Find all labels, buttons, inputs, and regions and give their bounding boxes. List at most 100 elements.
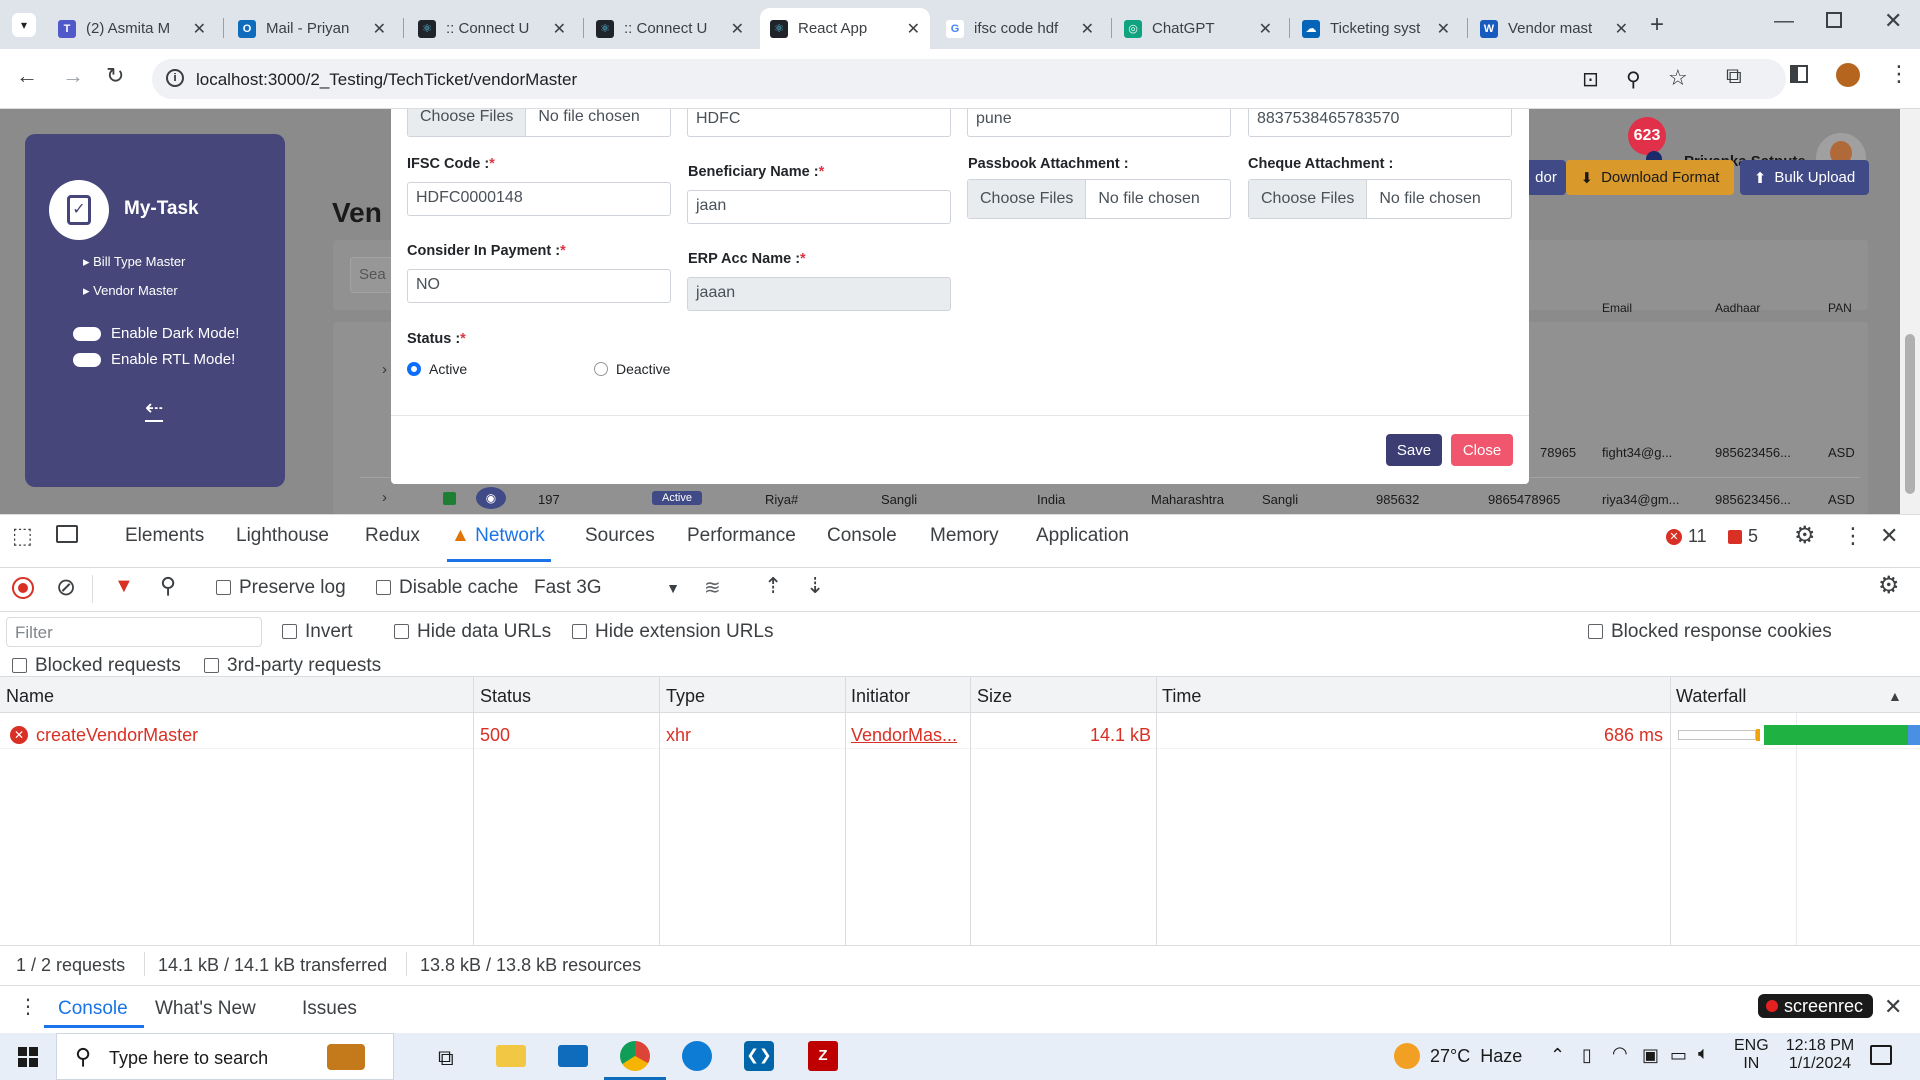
- browser-tab[interactable]: ◎ ChatGPT ✕: [1114, 8, 1282, 49]
- city-input[interactable]: pune: [967, 109, 1231, 137]
- add-vendor-button[interactable]: dor: [1526, 160, 1566, 195]
- device-toolbar-icon[interactable]: [56, 525, 78, 543]
- browser-tab-active[interactable]: ⚛ React App ✕: [760, 8, 930, 49]
- toggle-switch[interactable]: [73, 352, 101, 367]
- windows-start-icon[interactable]: [18, 1047, 38, 1067]
- erp-acc-name-input[interactable]: jaaan: [687, 277, 951, 311]
- back-icon[interactable]: ←: [16, 63, 38, 89]
- preserve-log-checkbox[interactable]: Preserve log: [216, 577, 346, 599]
- weather-text[interactable]: 27°C Haze: [1430, 1046, 1522, 1067]
- reload-icon[interactable]: ↻: [106, 63, 124, 89]
- bulk-upload-button[interactable]: ⬆ Bulk Upload: [1740, 160, 1869, 195]
- dark-mode-toggle[interactable]: Enable Dark Mode!: [73, 325, 239, 342]
- mail-icon[interactable]: [558, 1045, 588, 1067]
- browser-tab[interactable]: W Vendor mast ✕: [1470, 8, 1638, 49]
- install-app-icon[interactable]: ⊡: [1582, 67, 1599, 92]
- consider-payment-input[interactable]: NO: [407, 269, 671, 303]
- vscode-icon[interactable]: ❮❯: [744, 1041, 774, 1071]
- page-scrollbar[interactable]: [1900, 109, 1920, 514]
- sidebar-item-bill-type[interactable]: ▸ Bill Type Master: [83, 254, 185, 270]
- minimize-window-icon[interactable]: —: [1774, 10, 1794, 33]
- notifications-icon[interactable]: [1870, 1045, 1892, 1065]
- tab-performance[interactable]: Performance: [687, 525, 796, 547]
- zoom-icon[interactable]: ⚲: [1626, 67, 1641, 92]
- drawer-tab-console[interactable]: Console: [58, 998, 128, 1020]
- extensions-icon[interactable]: ⧉: [1726, 63, 1742, 89]
- request-name[interactable]: createVendorMaster: [36, 725, 198, 746]
- browser-tab[interactable]: ⚛ :: Connect U ✕: [408, 8, 576, 49]
- tab-network[interactable]: ▲ Network: [451, 525, 545, 547]
- tab-sources[interactable]: Sources: [585, 525, 655, 547]
- close-drawer-icon[interactable]: ✕: [1884, 994, 1902, 1020]
- status-deactive-radio[interactable]: Deactive: [594, 361, 670, 377]
- blocked-cookies-checkbox[interactable]: Blocked response cookies: [1588, 621, 1832, 643]
- throttle-select[interactable]: Fast 3G ▼: [534, 577, 680, 599]
- close-button[interactable]: Close: [1451, 434, 1513, 466]
- ifsc-input[interactable]: HDFC0000148: [407, 182, 671, 216]
- radio-checked[interactable]: [407, 362, 421, 376]
- close-tab-icon[interactable]: ✕: [553, 19, 566, 39]
- column-size[interactable]: Size: [977, 686, 1012, 707]
- close-window-icon[interactable]: ✕: [1884, 8, 1902, 34]
- tab-redux[interactable]: Redux: [365, 525, 420, 547]
- tab-console[interactable]: Console: [827, 525, 897, 547]
- close-tab-icon[interactable]: ✕: [731, 19, 744, 39]
- language-indicator[interactable]: ENG IN: [1734, 1037, 1769, 1073]
- issue-count[interactable]: 5: [1728, 526, 1758, 547]
- filezilla-icon[interactable]: Z: [808, 1041, 838, 1071]
- tab-lighthouse[interactable]: Lighthouse: [236, 525, 329, 547]
- browser-tab[interactable]: ⚛ :: Connect U ✕: [586, 8, 754, 49]
- tab-elements[interactable]: Elements: [125, 525, 204, 547]
- file-explorer-icon[interactable]: [496, 1045, 526, 1067]
- disable-cache-checkbox[interactable]: Disable cache: [376, 577, 518, 599]
- side-panel-icon[interactable]: [1790, 65, 1808, 83]
- error-count[interactable]: ✕ 11: [1666, 526, 1707, 547]
- task-view-icon[interactable]: ⧉: [438, 1045, 454, 1071]
- bank-name-input[interactable]: HDFC: [687, 109, 951, 137]
- sidebar-item-vendor-master[interactable]: ▸ Vendor Master: [83, 283, 178, 299]
- cheque-upload-field[interactable]: Choose Files No file chosen: [1248, 179, 1512, 219]
- close-tab-icon[interactable]: ✕: [1259, 19, 1272, 39]
- search-icon[interactable]: ⚲: [160, 573, 176, 599]
- edge-icon[interactable]: [682, 1041, 712, 1071]
- more-options-icon[interactable]: ⋮: [1842, 523, 1864, 549]
- profile-avatar[interactable]: [1836, 63, 1860, 87]
- column-name[interactable]: Name: [6, 686, 54, 707]
- tab-application[interactable]: Application: [1036, 525, 1129, 547]
- clock[interactable]: 12:18 PM 1/1/2024: [1784, 1037, 1856, 1073]
- close-devtools-icon[interactable]: ✕: [1880, 523, 1898, 549]
- choose-files-button[interactable]: Choose Files: [1249, 180, 1368, 218]
- drawer-tab-issues[interactable]: Issues: [302, 998, 357, 1020]
- browser-tab[interactable]: T (2) Asmita M ✕: [48, 8, 216, 49]
- expand-row-icon[interactable]: ›: [382, 361, 387, 378]
- drawer-menu-icon[interactable]: ⋮: [18, 994, 38, 1019]
- third-party-checkbox[interactable]: 3rd-party requests: [204, 655, 381, 677]
- clear-icon[interactable]: ⊘: [56, 573, 76, 602]
- download-format-button[interactable]: ⬇ Download Format: [1566, 160, 1734, 195]
- hide-data-urls-checkbox[interactable]: Hide data URLs: [394, 621, 551, 643]
- hide-extension-urls-checkbox[interactable]: Hide extension URLs: [572, 621, 773, 643]
- taskbar-search[interactable]: ⚲ Type here to search: [56, 1033, 394, 1080]
- network-conditions-icon[interactable]: ≋: [704, 575, 721, 600]
- inspect-element-icon[interactable]: ⬚: [12, 523, 33, 549]
- tab-search-icon[interactable]: ▾: [12, 13, 36, 37]
- invert-checkbox[interactable]: Invert: [282, 621, 353, 643]
- choose-files-button[interactable]: Choose Files: [968, 180, 1087, 218]
- network-settings-icon[interactable]: ⚙: [1878, 571, 1900, 600]
- request-initiator-link[interactable]: VendorMas...: [851, 725, 957, 746]
- blocked-requests-checkbox[interactable]: Blocked requests: [12, 655, 181, 677]
- sort-ascending-icon[interactable]: ▲: [1888, 688, 1902, 704]
- device-icon[interactable]: ▯: [1582, 1045, 1592, 1066]
- collapse-sidebar-icon[interactable]: ⇠: [145, 396, 164, 422]
- export-har-icon[interactable]: ⇣: [806, 573, 824, 599]
- close-tab-icon[interactable]: ✕: [907, 19, 920, 39]
- column-status[interactable]: Status: [480, 686, 531, 707]
- choose-files-button[interactable]: Choose Files: [408, 109, 527, 136]
- browser-tab[interactable]: G ifsc code hdf ✕: [936, 8, 1104, 49]
- wifi-icon[interactable]: ◠: [1612, 1043, 1628, 1064]
- forward-icon[interactable]: →: [62, 63, 84, 89]
- close-tab-icon[interactable]: ✕: [1081, 19, 1094, 39]
- file-upload-field[interactable]: Choose Files No file chosen: [407, 109, 671, 137]
- status-active-radio[interactable]: Active: [407, 361, 467, 377]
- show-hidden-icons-icon[interactable]: ⌃: [1550, 1045, 1565, 1066]
